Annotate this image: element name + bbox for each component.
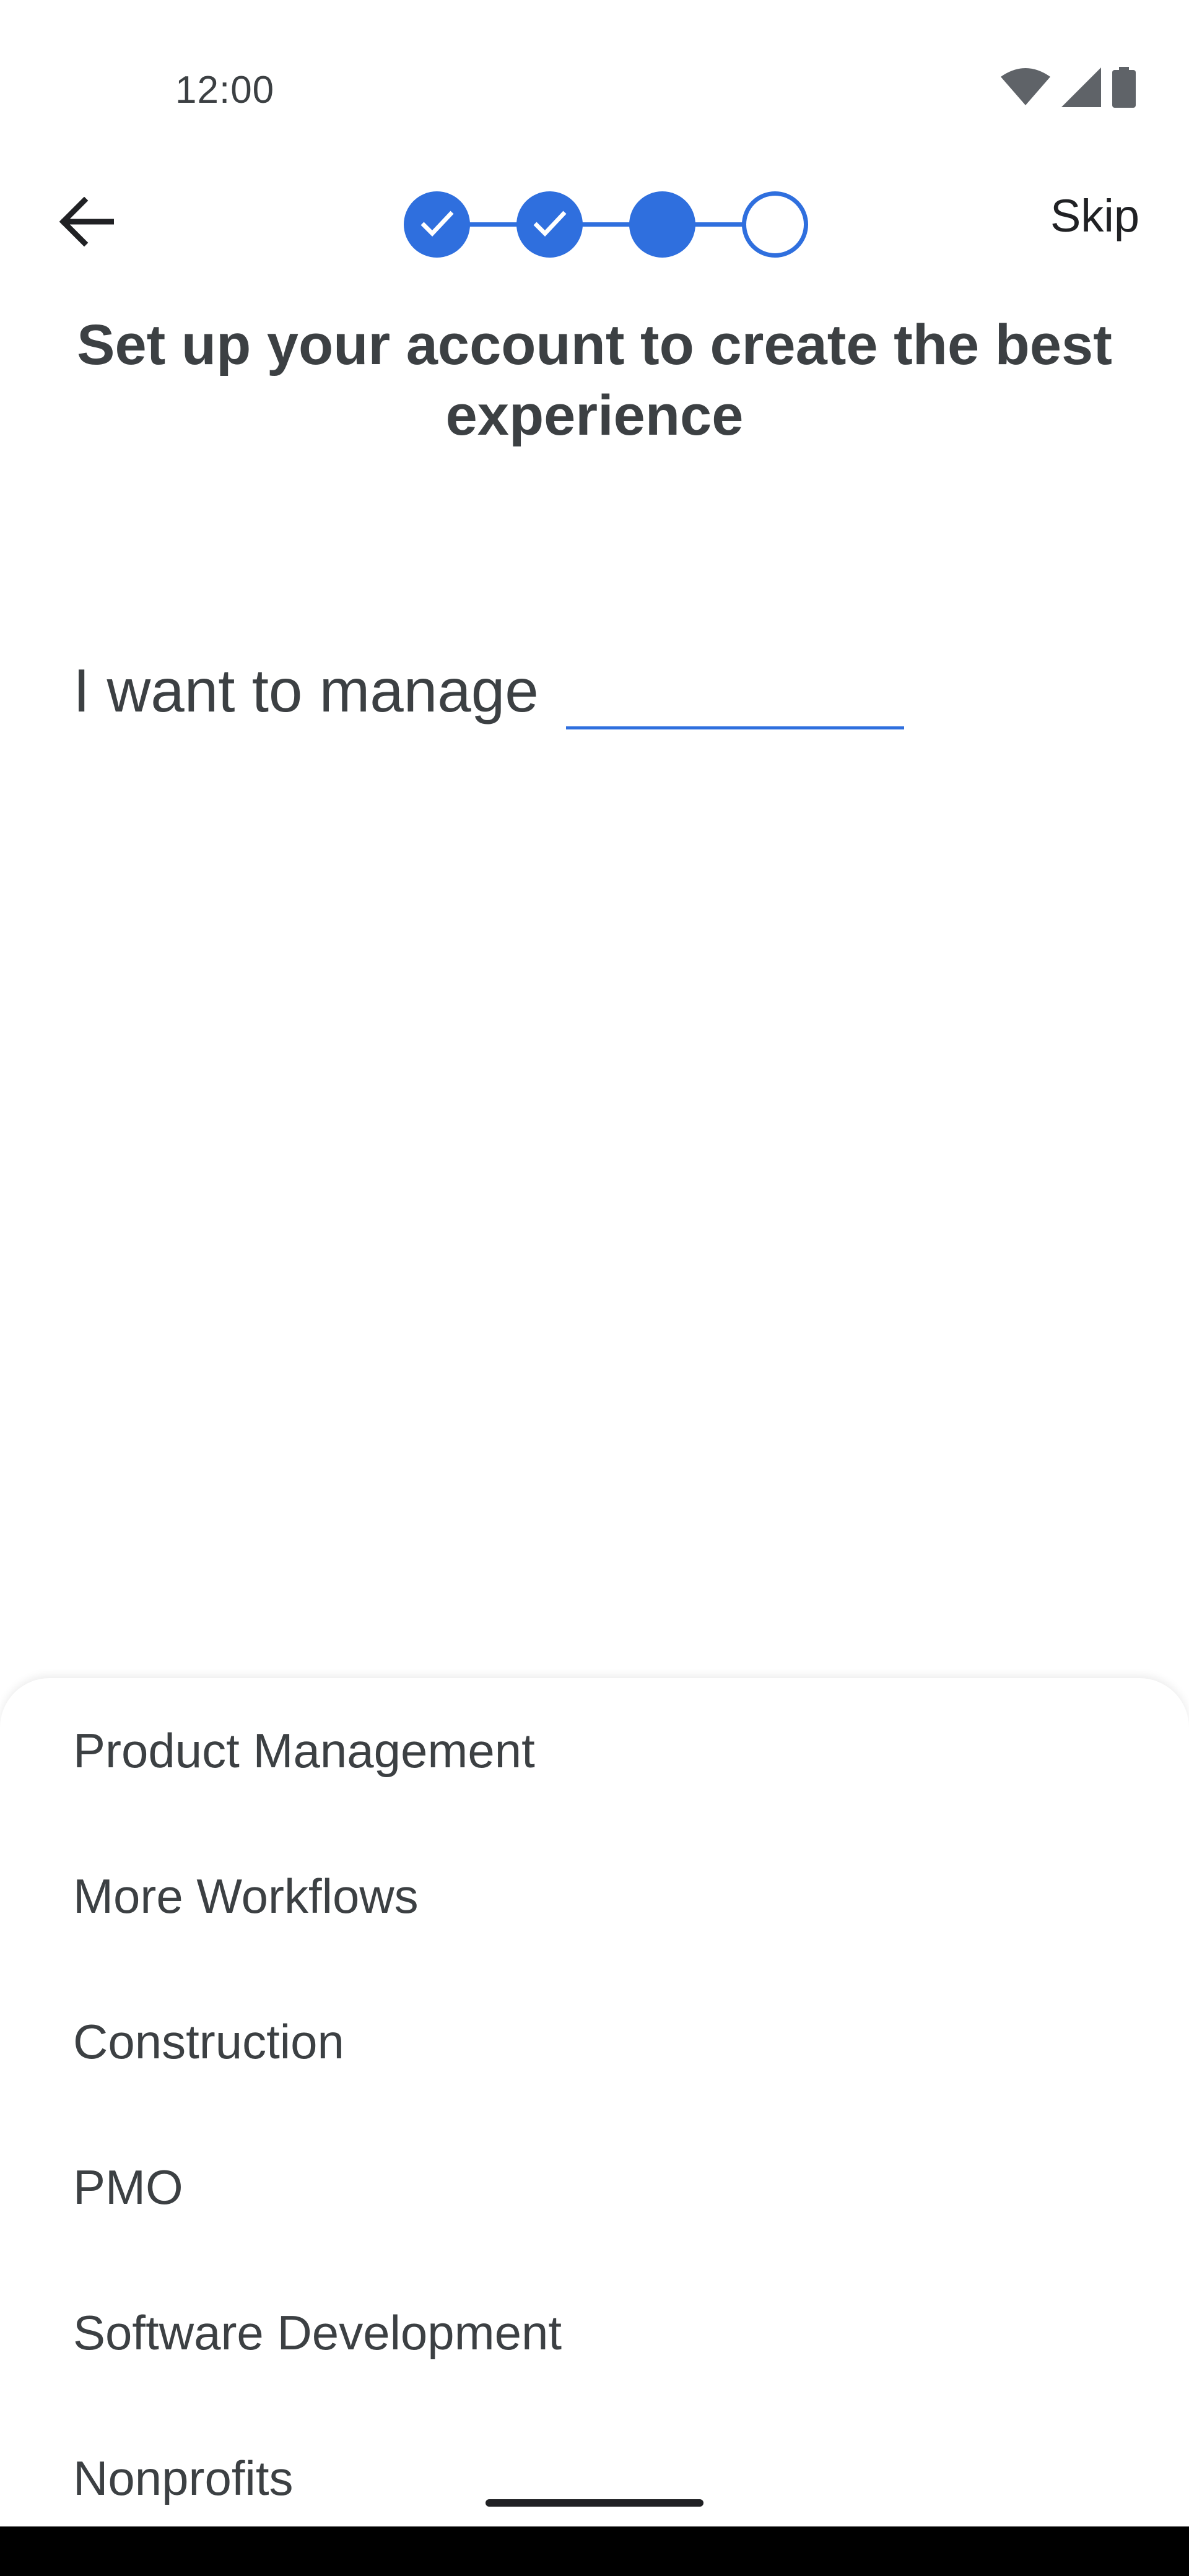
step-3-current (629, 191, 695, 258)
step-connector (582, 222, 632, 227)
option-construction[interactable]: Construction (0, 1969, 1189, 2115)
step-1-completed (404, 191, 470, 258)
options-bottom-sheet: Product Management More Workflows Constr… (0, 1678, 1189, 2526)
step-connector (469, 222, 519, 227)
home-indicator[interactable] (486, 2499, 703, 2507)
progress-stepper (0, 0, 1189, 310)
option-software-development[interactable]: Software Development (0, 2260, 1189, 2406)
step-4-upcoming (742, 191, 808, 258)
step-connector (695, 222, 744, 227)
manage-label: I want to manage (73, 656, 539, 724)
option-nonprofits[interactable]: Nonprofits (0, 2406, 1189, 2526)
check-icon (419, 209, 456, 240)
option-pmo[interactable]: PMO (0, 2115, 1189, 2260)
step-2-completed (516, 191, 583, 258)
skip-button[interactable]: Skip (1050, 189, 1139, 242)
option-more-workflows[interactable]: More Workflows (0, 1824, 1189, 1969)
system-nav-bar (0, 2526, 1189, 2576)
options-list: Product Management More Workflows Constr… (0, 1678, 1189, 2526)
manage-selection-field[interactable] (565, 658, 904, 729)
option-product-management[interactable]: Product Management (0, 1678, 1189, 1824)
manage-prompt: I want to manage (73, 650, 904, 731)
page-title: Set up your account to create the best e… (77, 313, 1112, 447)
check-icon (531, 209, 568, 240)
